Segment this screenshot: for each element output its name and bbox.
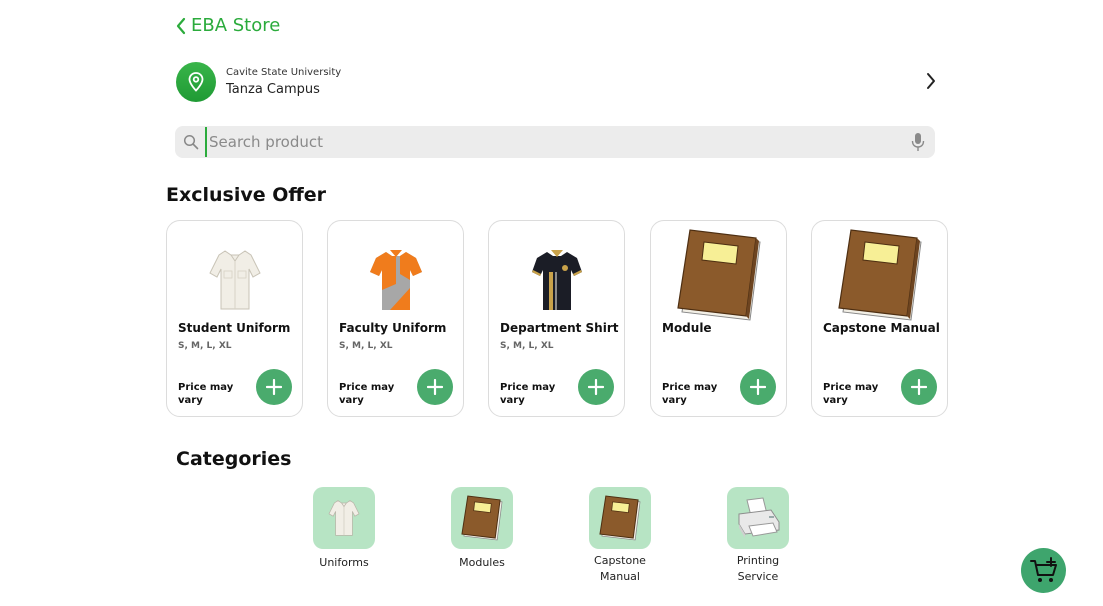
product-sizes: S, M, L, XL	[178, 341, 232, 351]
plus-icon	[750, 379, 766, 395]
black-polo-icon	[489, 235, 624, 325]
orange-polo-icon	[328, 235, 463, 325]
add-button[interactable]	[578, 369, 614, 405]
store-title: EBA Store	[191, 15, 281, 36]
campus-name: Tanza Campus	[226, 82, 320, 97]
book-icon	[651, 227, 786, 323]
product-sizes: S, M, L, XL	[500, 341, 554, 351]
printer-icon[interactable]	[727, 487, 789, 549]
search-bar[interactable]	[175, 126, 935, 158]
search-input[interactable]	[205, 127, 911, 157]
product-card-department-shirt[interactable]: Department Shirt S, M, L, XL Price may v…	[488, 220, 625, 417]
location-selector[interactable]: Cavite State University Tanza Campus	[176, 61, 940, 103]
add-button[interactable]	[417, 369, 453, 405]
chevron-right-icon[interactable]	[924, 71, 938, 91]
location-pin-icon	[176, 62, 216, 102]
category-label: Printing Service	[736, 554, 780, 583]
category-capstone-manual[interactable]: Capstone Manual	[575, 487, 665, 585]
add-button[interactable]	[740, 369, 776, 405]
product-price: Price may vary	[339, 382, 395, 406]
white-shirt-icon	[167, 235, 302, 325]
plus-icon	[911, 379, 927, 395]
product-name: Capstone Manual	[823, 321, 940, 335]
plus-icon	[588, 379, 604, 395]
plus-icon	[427, 379, 443, 395]
product-price: Price may vary	[500, 382, 556, 406]
book-icon[interactable]	[589, 487, 651, 549]
search-icon	[183, 134, 199, 150]
product-card-student-uniform[interactable]: Student Uniform S, M, L, XL Price may va…	[166, 220, 303, 417]
product-card-faculty-uniform[interactable]: Faculty Uniform S, M, L, XL Price may va…	[327, 220, 464, 417]
chevron-left-icon	[176, 17, 186, 34]
plus-icon	[266, 379, 282, 395]
product-price: Price may vary	[823, 382, 879, 406]
category-printing-service[interactable]: Printing Service	[713, 487, 803, 585]
product-price: Price may vary	[178, 382, 234, 406]
product-sizes: S, M, L, XL	[339, 341, 393, 351]
category-modules[interactable]: Modules	[437, 487, 527, 571]
product-name: Department Shirt	[500, 321, 619, 335]
categories-heading: Categories	[176, 448, 292, 470]
product-card-module[interactable]: Module Price may vary	[650, 220, 787, 417]
category-uniforms[interactable]: Uniforms	[299, 487, 389, 571]
product-name: Faculty Uniform	[339, 321, 447, 335]
back-button[interactable]: EBA Store	[175, 15, 280, 36]
product-name: Student Uniform	[178, 321, 291, 335]
category-label: Capstone Manual	[594, 554, 646, 583]
category-label: Modules	[459, 556, 505, 569]
add-to-cart-button[interactable]	[1021, 548, 1066, 593]
add-button[interactable]	[901, 369, 937, 405]
exclusive-offer-heading: Exclusive Offer	[166, 184, 327, 206]
university-name: Cavite State University	[226, 67, 342, 78]
product-price: Price may vary	[662, 382, 718, 406]
shirt-icon[interactable]	[313, 487, 375, 549]
book-icon	[812, 227, 947, 323]
add-button[interactable]	[256, 369, 292, 405]
category-label: Uniforms	[319, 556, 369, 569]
microphone-icon[interactable]	[911, 132, 925, 152]
book-icon[interactable]	[451, 487, 513, 549]
product-card-capstone-manual[interactable]: Capstone Manual Price may vary	[811, 220, 948, 417]
product-name: Module	[662, 321, 712, 335]
cart-plus-icon	[1029, 556, 1057, 582]
